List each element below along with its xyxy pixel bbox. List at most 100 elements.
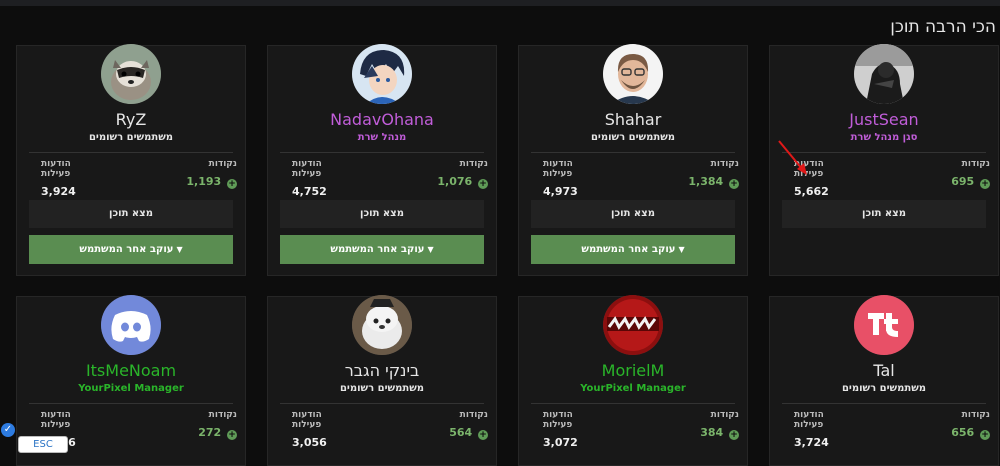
divider xyxy=(531,152,735,153)
tiktok-style-avatar[interactable] xyxy=(854,295,914,355)
points-label: נקודות xyxy=(710,410,739,420)
user-name[interactable]: JustSean xyxy=(770,110,998,129)
discord-logo-avatar[interactable] xyxy=(101,295,161,355)
user-name[interactable]: ItsMeNoam xyxy=(17,361,245,380)
plus-circle-icon: + xyxy=(729,430,739,440)
points-value: 1,193 xyxy=(186,175,222,188)
posts-label: הודעות פעילות xyxy=(794,159,824,179)
points-stat: נקודות 656 + xyxy=(951,410,990,440)
points-value: 1,384 xyxy=(688,175,724,188)
user-name[interactable]: RyZ xyxy=(17,110,245,129)
fluffy-dog-avatar[interactable] xyxy=(352,295,412,355)
find-content-button[interactable]: מצא תוכן xyxy=(782,200,986,228)
plus-circle-icon: + xyxy=(729,179,739,189)
user-card: Tal משתמשים רשומים נקודות 656 + הודעות פע… xyxy=(769,295,999,466)
anime-character-avatar[interactable] xyxy=(352,44,412,104)
points-label: נקודות xyxy=(961,159,990,169)
user-card: JustSean סגן מנהל שרת נקודות 695 + הודעות… xyxy=(769,44,999,276)
plus-circle-icon: + xyxy=(478,430,488,440)
posts-label: הודעות פעילות xyxy=(41,410,71,430)
divider xyxy=(29,152,233,153)
user-name[interactable]: MorielM xyxy=(519,361,747,380)
user-role: משתמשים רשומים xyxy=(88,132,174,143)
posts-stat: הודעות פעילות 3,072 xyxy=(543,410,603,449)
posts-value: 4,752 xyxy=(292,185,327,198)
red-logo-avatar[interactable] xyxy=(603,295,663,355)
esc-button[interactable]: ESC xyxy=(18,436,68,453)
plus-circle-icon: + xyxy=(227,179,237,189)
caret-down-icon: ▼ xyxy=(427,245,434,254)
posts-label: הודעות פעילות xyxy=(292,410,322,430)
bearded-man-avatar[interactable] xyxy=(603,44,663,104)
points-value: 695 xyxy=(951,175,975,188)
posts-value: 3,072 xyxy=(543,436,578,449)
find-content-button[interactable]: מצא תוכן xyxy=(531,200,735,228)
user-name[interactable]: NadavOhana xyxy=(268,110,496,129)
posts-stat: הודעות פעילות 4,752 xyxy=(292,159,352,198)
check-badge-icon[interactable]: ✓ xyxy=(1,423,15,437)
caret-down-icon: ▼ xyxy=(678,245,685,254)
find-content-button[interactable]: מצא תוכן xyxy=(280,200,484,228)
posts-value: 3,924 xyxy=(41,185,76,198)
posts-label: הודעות פעילות xyxy=(41,159,71,179)
points-stat: נקודות 1,193 + xyxy=(186,159,237,189)
follow-label: עוקב אחר המשתמש xyxy=(330,244,425,255)
follow-user-button[interactable]: עוקב אחר המשתמש ▼ xyxy=(531,235,735,264)
points-value: 1,076 xyxy=(437,175,473,188)
points-stat: נקודות 1,384 + xyxy=(688,159,739,189)
user-card: Shahar משתמשים רשומים נקודות 1,384 + הודע… xyxy=(518,44,748,276)
caret-down-icon: ▼ xyxy=(176,245,183,254)
points-stat: נקודות 272 + xyxy=(198,410,237,440)
user-card: בינקי הגבר משתמשים רשומים נקודות 564 + הו… xyxy=(267,295,497,466)
posts-stat: הודעות פעילות 4,973 xyxy=(543,159,603,198)
follow-user-button[interactable]: עוקב אחר המשתמש ▼ xyxy=(280,235,484,264)
points-label: נקודות xyxy=(208,159,237,169)
points-value: 564 xyxy=(449,426,473,439)
user-name[interactable]: Tal xyxy=(770,361,998,380)
points-value: 656 xyxy=(951,426,975,439)
posts-stat: הודעות פעילות 3,724 xyxy=(794,410,854,449)
plus-circle-icon: + xyxy=(227,430,237,440)
raccoon-avatar[interactable] xyxy=(101,44,161,104)
posts-stat: הודעות פעילות 3,924 xyxy=(41,159,101,198)
points-stat: נקודות 695 + xyxy=(951,159,990,189)
points-value: 384 xyxy=(700,426,724,439)
posts-value: 3,724 xyxy=(794,436,829,449)
posts-label: הודעות פעילות xyxy=(292,159,322,179)
find-content-button[interactable]: מצא תוכן xyxy=(29,200,233,228)
divider xyxy=(280,152,484,153)
dark-photo-avatar[interactable] xyxy=(854,44,914,104)
user-card: MorielM YourPixel Manager נקודות 384 + הו… xyxy=(518,295,748,466)
user-role: מנהל שרת xyxy=(357,132,407,143)
user-card: RyZ משתמשים רשומים נקודות 1,193 + הודעות … xyxy=(16,44,246,276)
user-name[interactable]: Shahar xyxy=(519,110,747,129)
user-card: NadavOhana מנהל שרת נקודות 1,076 + הודעות… xyxy=(267,44,497,276)
follow-label: עוקב אחר המשתמש xyxy=(581,244,676,255)
points-label: נקודות xyxy=(459,410,488,420)
top-bar xyxy=(0,0,1000,6)
points-label: נקודות xyxy=(208,410,237,420)
follow-label: עוקב אחר המשתמש xyxy=(79,244,174,255)
points-label: נקודות xyxy=(710,159,739,169)
points-stat: נקודות 384 + xyxy=(700,410,739,440)
posts-stat: הודעות פעילות 5,662 xyxy=(794,159,854,198)
divider xyxy=(531,403,735,404)
divider xyxy=(280,403,484,404)
posts-value: 5,662 xyxy=(794,185,829,198)
plus-circle-icon: + xyxy=(478,179,488,189)
posts-label: הודעות פעילות xyxy=(794,410,824,430)
user-name[interactable]: בינקי הגבר xyxy=(268,361,496,380)
points-stat: נקודות 564 + xyxy=(449,410,488,440)
divider xyxy=(782,403,986,404)
user-role: YourPixel Manager xyxy=(78,383,184,394)
posts-stat: הודעות פעילות 3,056 xyxy=(292,410,352,449)
user-role: משתמשים רשומים xyxy=(590,132,676,143)
plus-circle-icon: + xyxy=(980,430,990,440)
user-role: YourPixel Manager xyxy=(580,383,686,394)
points-label: נקודות xyxy=(459,159,488,169)
follow-user-button[interactable]: עוקב אחר המשתמש ▼ xyxy=(29,235,233,264)
posts-label: הודעות פעילות xyxy=(543,410,573,430)
user-role: משתמשים רשומים xyxy=(339,383,425,394)
divider xyxy=(29,403,233,404)
user-role: משתמשים רשומים xyxy=(841,383,927,394)
